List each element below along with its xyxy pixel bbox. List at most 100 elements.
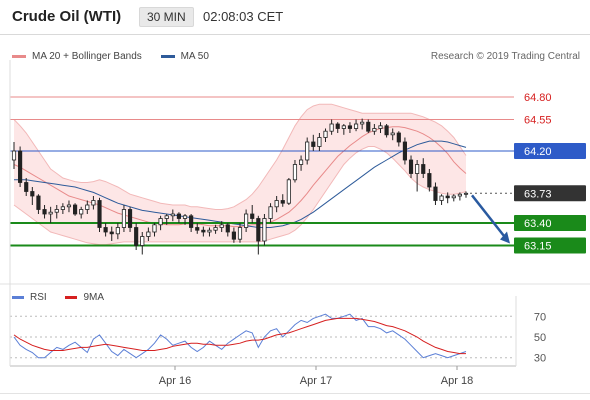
candle-body: [366, 121, 371, 132]
candle-body: [372, 128, 377, 132]
candle-body: [237, 227, 243, 240]
candle-body: [60, 206, 65, 210]
candle-body: [305, 141, 310, 161]
candle: [73, 203, 78, 216]
price-tag-label: 63.15: [524, 241, 552, 253]
candle-body: [115, 227, 120, 235]
candle-body: [42, 209, 47, 215]
candle-body: [30, 191, 35, 197]
candle-body: [457, 193, 462, 197]
candle-body: [451, 195, 456, 199]
candle-body: [390, 132, 395, 136]
candle-body: [231, 231, 236, 240]
time-tick-label: Apr 16: [159, 375, 191, 387]
candle-body: [396, 132, 401, 143]
candle-body: [189, 215, 194, 228]
candle-body: [347, 125, 353, 129]
candle-body: [164, 215, 169, 219]
candle-body: [317, 137, 322, 147]
candle-body: [79, 209, 84, 215]
price-tag-support: 63.40: [514, 215, 586, 231]
candle-body: [286, 179, 291, 204]
candle-body: [360, 121, 365, 125]
candle-body: [311, 141, 316, 147]
candle-body: [103, 227, 108, 233]
price-tag-pivot: 64.20: [514, 143, 586, 159]
candle-body: [182, 215, 188, 219]
candle-body: [170, 213, 175, 217]
candle-body: [445, 195, 450, 199]
candle-body: [280, 200, 285, 204]
forecast-arrow-shaft: [471, 194, 507, 240]
candle-body: [11, 150, 17, 161]
candle-body: [152, 224, 157, 233]
candle: [439, 194, 444, 205]
candle-body: [18, 150, 23, 183]
candle-body: [250, 213, 255, 219]
candle: [262, 214, 267, 246]
candle-body: [213, 227, 218, 231]
candle-body: [140, 236, 145, 246]
candle-body: [66, 204, 72, 208]
rsi-line: [13, 313, 467, 359]
candle-body: [176, 213, 181, 219]
candle-body: [415, 164, 420, 174]
candle-body: [73, 204, 78, 215]
candle: [463, 191, 469, 198]
candle-body: [421, 164, 426, 174]
candle-body: [54, 209, 59, 213]
candle-body: [268, 206, 273, 219]
candle-body: [158, 218, 163, 226]
price-tag-current: 63.73: [514, 185, 586, 202]
candle-body: [24, 182, 29, 192]
candle-body: [201, 229, 206, 233]
candle-body: [121, 209, 127, 228]
candle-body: [341, 125, 346, 129]
price-tag-label: 63.40: [524, 218, 552, 230]
candle: [97, 197, 102, 232]
candle-body: [335, 123, 340, 129]
rsi-tick-label: 70: [534, 311, 546, 323]
candle: [286, 178, 291, 205]
candle-body: [225, 224, 230, 233]
price-tag-label: 64.80: [524, 92, 552, 104]
candle-body: [402, 141, 407, 161]
candle-body: [439, 195, 444, 201]
candle-body: [262, 218, 267, 242]
candle-body: [427, 173, 432, 188]
chart-canvas[interactable]: 64.80 64.55 64.20 63.73 63.40 63.15 70 50 30 Apr …: [0, 0, 590, 400]
candle-body: [207, 229, 212, 233]
candle-body: [36, 195, 41, 210]
price-tag-label: 63.73: [524, 188, 552, 200]
candle-body: [433, 186, 438, 201]
time-tick-label: Apr 17: [300, 375, 332, 387]
price-tag-label: 64.20: [524, 146, 552, 158]
candle-body: [384, 125, 389, 136]
price-tag-support: 63.15: [514, 237, 586, 254]
price-tag-resistance: 64.80: [524, 92, 552, 104]
candle-body: [219, 224, 224, 228]
candle-body: [146, 231, 151, 237]
candle-body: [299, 159, 304, 165]
candle-body: [85, 204, 90, 210]
price-tag-label: 64.55: [524, 115, 552, 127]
candle-body: [323, 130, 328, 138]
candle-body: [256, 218, 261, 242]
candle-body: [274, 200, 279, 208]
candle: [256, 215, 261, 255]
candle-body: [408, 159, 414, 174]
candle-body: [91, 200, 96, 206]
candle-body: [463, 192, 469, 195]
time-tick-label: Apr 18: [441, 375, 473, 387]
candle-body: [292, 164, 298, 181]
rsi-tick-label: 50: [534, 332, 546, 344]
candle-body: [48, 211, 53, 215]
price-tag-resistance: 64.55: [524, 115, 552, 127]
candle-body: [134, 227, 139, 246]
candle-body: [127, 209, 133, 228]
candle-body: [244, 213, 249, 228]
candle-body: [97, 200, 102, 228]
candle-body: [353, 123, 359, 129]
candle: [451, 194, 456, 202]
rsi-tick-label: 30: [534, 353, 546, 365]
